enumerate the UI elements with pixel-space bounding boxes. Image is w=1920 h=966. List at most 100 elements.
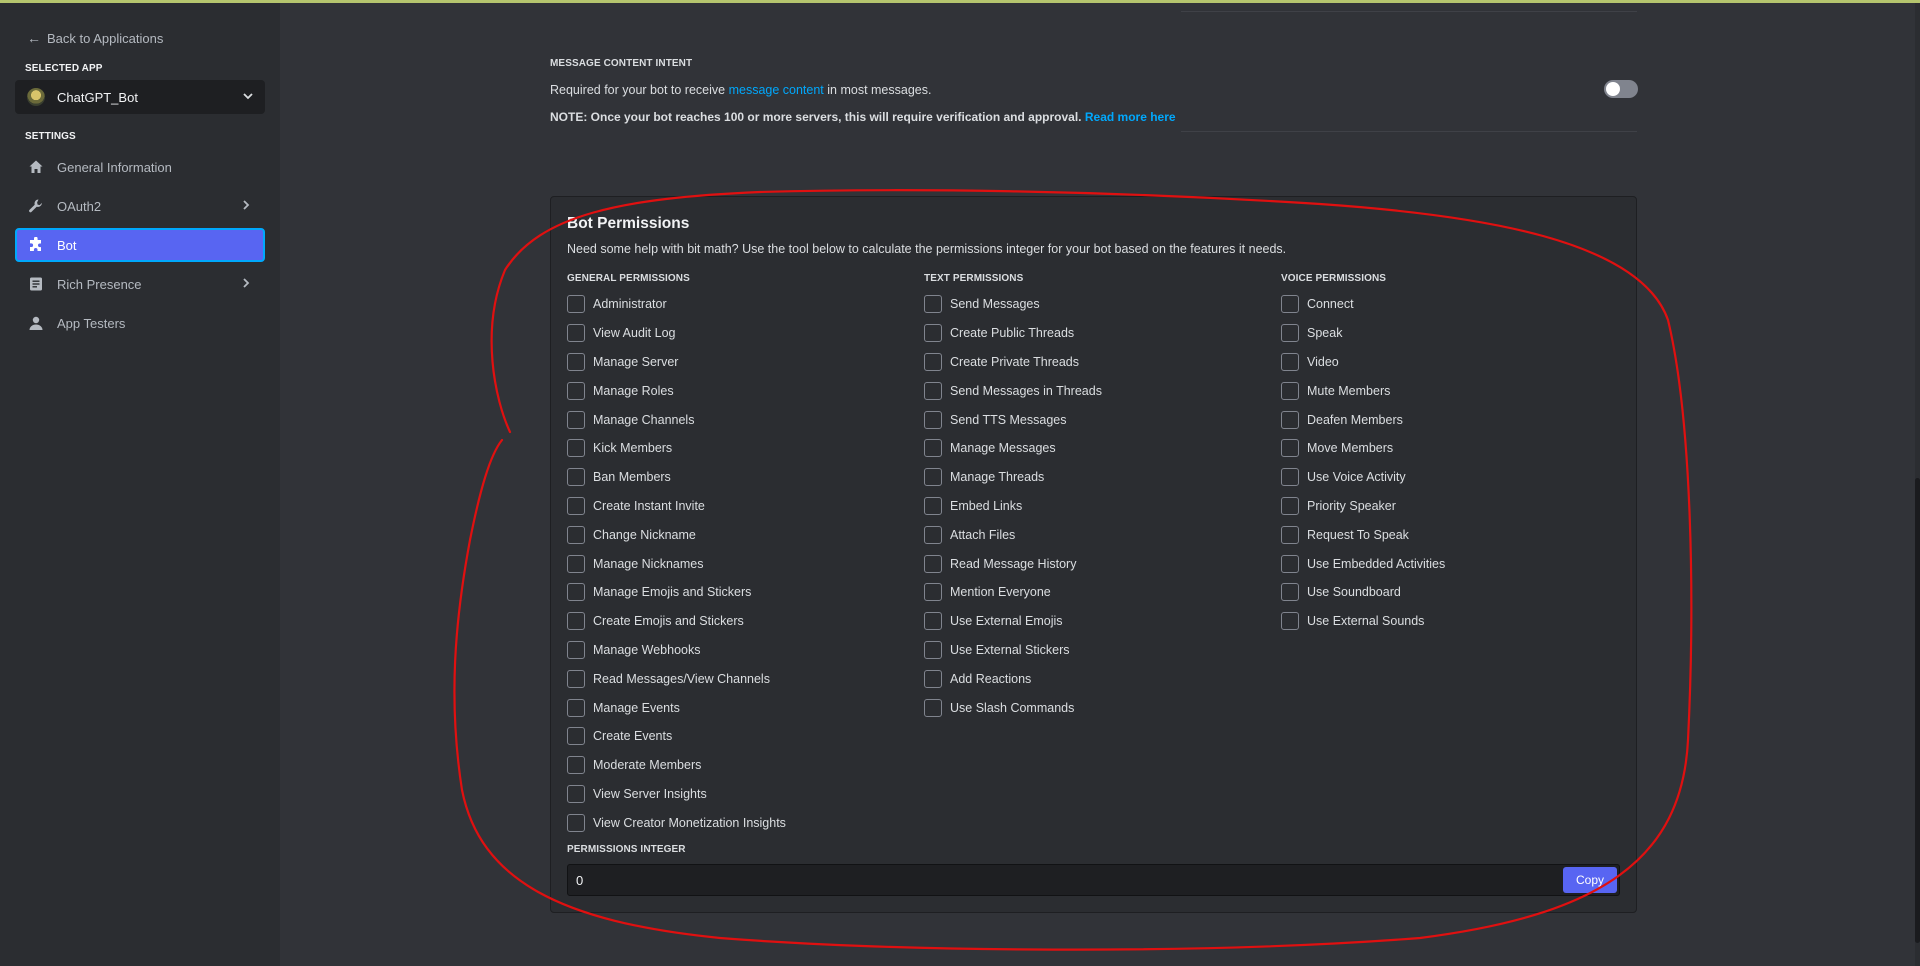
permission-mention-everyone[interactable]: Mention Everyone [924, 578, 1264, 607]
permission-checkbox[interactable] [1281, 612, 1299, 631]
permission-checkbox[interactable] [1281, 352, 1299, 371]
permission-manage-roles[interactable]: Manage Roles [567, 376, 907, 405]
message-content-intent-toggle[interactable] [1604, 80, 1638, 98]
permission-view-creator-monetization-insights[interactable]: View Creator Monetization Insights [567, 808, 907, 837]
permission-checkbox[interactable] [924, 410, 942, 429]
permission-use-embedded-activities[interactable]: Use Embedded Activities [1281, 549, 1621, 578]
permission-moderate-members[interactable]: Moderate Members [567, 751, 907, 780]
permission-manage-server[interactable]: Manage Server [567, 348, 907, 377]
permission-checkbox[interactable] [567, 554, 585, 573]
permission-manage-messages[interactable]: Manage Messages [924, 434, 1264, 463]
nav-item-rich-presence[interactable]: Rich Presence [15, 267, 265, 301]
permission-read-message-history[interactable]: Read Message History [924, 549, 1264, 578]
permission-administrator[interactable]: Administrator [567, 290, 907, 319]
permission-checkbox[interactable] [1281, 381, 1299, 400]
permission-use-external-emojis[interactable]: Use External Emojis [924, 607, 1264, 636]
permission-checkbox[interactable] [1281, 295, 1299, 314]
permission-read-messages-view-channels[interactable]: Read Messages/View Channels [567, 664, 907, 693]
permission-checkbox[interactable] [567, 525, 585, 544]
permission-checkbox[interactable] [567, 612, 585, 631]
permission-deafen-members[interactable]: Deafen Members [1281, 405, 1621, 434]
permission-create-events[interactable]: Create Events [567, 722, 907, 751]
permission-checkbox[interactable] [924, 669, 942, 688]
scrollbar-thumb[interactable] [1915, 478, 1920, 943]
permission-change-nickname[interactable]: Change Nickname [567, 520, 907, 549]
permission-add-reactions[interactable]: Add Reactions [924, 664, 1264, 693]
permission-checkbox[interactable] [567, 756, 585, 775]
permission-checkbox[interactable] [924, 554, 942, 573]
permission-manage-emojis-and-stickers[interactable]: Manage Emojis and Stickers [567, 578, 907, 607]
permission-checkbox[interactable] [1281, 583, 1299, 602]
permission-checkbox[interactable] [924, 583, 942, 602]
permission-use-soundboard[interactable]: Use Soundboard [1281, 578, 1621, 607]
permission-checkbox[interactable] [924, 640, 942, 659]
nav-item-general-information[interactable]: General Information [15, 150, 265, 184]
permission-ban-members[interactable]: Ban Members [567, 463, 907, 492]
permission-checkbox[interactable] [567, 784, 585, 803]
permission-checkbox[interactable] [1281, 554, 1299, 573]
permission-connect[interactable]: Connect [1281, 290, 1621, 319]
permission-checkbox[interactable] [924, 352, 942, 371]
permission-checkbox[interactable] [567, 410, 585, 429]
permission-checkbox[interactable] [924, 698, 942, 717]
permission-view-audit-log[interactable]: View Audit Log [567, 319, 907, 348]
permission-checkbox[interactable] [567, 640, 585, 659]
permission-create-public-threads[interactable]: Create Public Threads [924, 319, 1264, 348]
permission-checkbox[interactable] [1281, 496, 1299, 515]
permission-checkbox[interactable] [567, 813, 585, 832]
permission-attach-files[interactable]: Attach Files [924, 520, 1264, 549]
permission-checkbox[interactable] [567, 295, 585, 314]
permission-checkbox[interactable] [567, 698, 585, 717]
permission-checkbox[interactable] [567, 496, 585, 515]
permission-checkbox[interactable] [924, 468, 942, 487]
permission-use-slash-commands[interactable]: Use Slash Commands [924, 693, 1264, 722]
permissions-integer-input[interactable]: 0 [568, 873, 1563, 888]
permission-checkbox[interactable] [567, 669, 585, 688]
permission-checkbox[interactable] [1281, 324, 1299, 343]
permission-manage-events[interactable]: Manage Events [567, 693, 907, 722]
permission-checkbox[interactable] [567, 468, 585, 487]
permission-embed-links[interactable]: Embed Links [924, 492, 1264, 521]
permission-checkbox[interactable] [924, 324, 942, 343]
permission-checkbox[interactable] [1281, 525, 1299, 544]
permission-checkbox[interactable] [567, 583, 585, 602]
permission-use-external-sounds[interactable]: Use External Sounds [1281, 607, 1621, 636]
permission-speak[interactable]: Speak [1281, 319, 1621, 348]
app-selector[interactable]: ChatGPT_Bot [15, 80, 265, 114]
nav-item-oauth2[interactable]: OAuth2 [15, 189, 265, 223]
permission-send-messages[interactable]: Send Messages [924, 290, 1264, 319]
permission-checkbox[interactable] [567, 439, 585, 458]
permission-checkbox[interactable] [1281, 439, 1299, 458]
permission-checkbox[interactable] [924, 496, 942, 515]
read-more-link[interactable]: Read more here [1085, 110, 1176, 124]
nav-item-bot[interactable]: Bot [15, 228, 265, 262]
back-to-applications-link[interactable]: ← Back to Applications [15, 29, 265, 47]
permission-checkbox[interactable] [567, 381, 585, 400]
permission-video[interactable]: Video [1281, 348, 1621, 377]
permission-checkbox[interactable] [924, 381, 942, 400]
permission-checkbox[interactable] [567, 352, 585, 371]
permission-create-instant-invite[interactable]: Create Instant Invite [567, 492, 907, 521]
permission-use-voice-activity[interactable]: Use Voice Activity [1281, 463, 1621, 492]
permission-checkbox[interactable] [924, 295, 942, 314]
permission-checkbox[interactable] [924, 439, 942, 458]
permission-checkbox[interactable] [1281, 468, 1299, 487]
nav-item-app-testers[interactable]: App Testers [15, 306, 265, 340]
copy-button[interactable]: Copy [1563, 867, 1617, 893]
permission-view-server-insights[interactable]: View Server Insights [567, 780, 907, 809]
permission-manage-nicknames[interactable]: Manage Nicknames [567, 549, 907, 578]
permission-kick-members[interactable]: Kick Members [567, 434, 907, 463]
permission-manage-threads[interactable]: Manage Threads [924, 463, 1264, 492]
permission-manage-webhooks[interactable]: Manage Webhooks [567, 636, 907, 665]
permission-checkbox[interactable] [1281, 410, 1299, 429]
permission-checkbox[interactable] [924, 612, 942, 631]
permission-priority-speaker[interactable]: Priority Speaker [1281, 492, 1621, 521]
permission-create-emojis-and-stickers[interactable]: Create Emojis and Stickers [567, 607, 907, 636]
message-content-link[interactable]: message content [729, 83, 824, 97]
permission-mute-members[interactable]: Mute Members [1281, 376, 1621, 405]
permission-request-to-speak[interactable]: Request To Speak [1281, 520, 1621, 549]
permission-use-external-stickers[interactable]: Use External Stickers [924, 636, 1264, 665]
permission-checkbox[interactable] [924, 525, 942, 544]
permission-checkbox[interactable] [567, 727, 585, 746]
permission-manage-channels[interactable]: Manage Channels [567, 405, 907, 434]
